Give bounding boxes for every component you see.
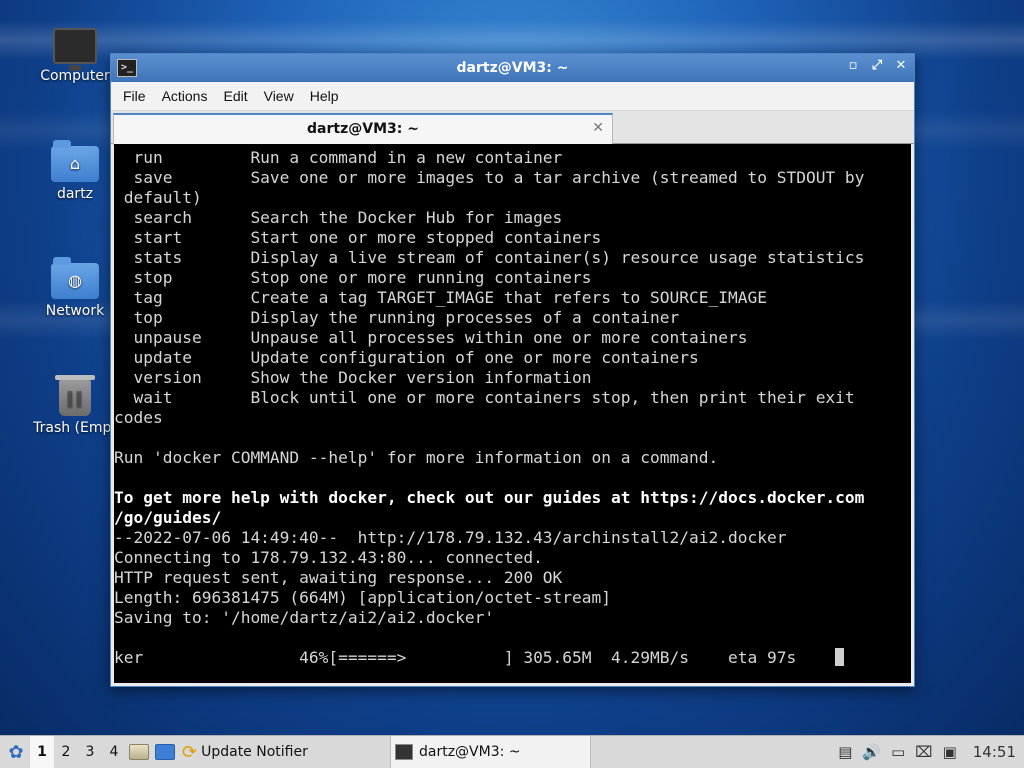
- terminal-line: Connecting to 178.79.132.43:80... connec…: [114, 548, 543, 567]
- desktop-icon-label: dartz: [56, 186, 94, 202]
- clock[interactable]: 14:51: [973, 743, 1016, 761]
- terminal-line: Saving to: '/home/dartz/ai2/ai2.docker': [114, 608, 495, 627]
- desktop-icon-label: Trash (Empt: [33, 420, 117, 436]
- update-notifier-icon: ⟳: [182, 741, 198, 763]
- tab-bar: dartz@VM3: ~ ✕: [111, 111, 914, 145]
- terminal-line-bold: To get more help with docker, check out …: [114, 488, 865, 507]
- tab-terminal[interactable]: dartz@VM3: ~ ✕: [113, 113, 613, 145]
- minimize-button[interactable]: ▫: [846, 58, 860, 73]
- terminal-task-icon: [395, 744, 413, 760]
- terminal-line: top Display the running processes of a c…: [114, 308, 680, 327]
- window-title: dartz@VM3: ~: [456, 60, 569, 76]
- terminal-line: run Run a command in a new container: [114, 148, 563, 167]
- menu-help[interactable]: Help: [302, 88, 347, 104]
- close-button[interactable]: ✕: [894, 58, 908, 73]
- maximize-button[interactable]: ⤢: [870, 58, 884, 73]
- home-folder-icon: ⌂: [51, 140, 99, 182]
- start-menu-icon: ✿: [8, 741, 24, 763]
- terminal-line: wait Block until one or more containers …: [114, 388, 855, 407]
- menu-view[interactable]: View: [256, 88, 302, 104]
- workspace-4[interactable]: 4: [102, 736, 126, 768]
- terminal-line: default): [114, 188, 202, 207]
- terminal-line: unpause Unpause all processes within one…: [114, 328, 748, 347]
- volume-icon[interactable]: 🔊: [862, 743, 881, 761]
- terminal-output[interactable]: run Run a command in a new container sav…: [114, 144, 911, 683]
- menu-actions[interactable]: Actions: [154, 88, 216, 104]
- task-label: dartz@VM3: ~: [419, 744, 521, 760]
- file-manager-launcher[interactable]: [126, 736, 152, 768]
- trash-icon: [55, 375, 95, 416]
- terminal-line: update Update configuration of one or mo…: [114, 348, 699, 367]
- terminal-line: version Show the Docker version informat…: [114, 368, 592, 387]
- taskbar-terminal-task[interactable]: dartz@VM3: ~: [390, 736, 591, 768]
- update-notifier-label: Update Notifier: [201, 744, 308, 760]
- system-tray: ▤ 🔊 ▭ ⌧ ▣ 14:51: [838, 736, 1024, 768]
- menu-file[interactable]: File: [115, 88, 154, 104]
- workspace-2[interactable]: 2: [54, 736, 78, 768]
- network-folder-icon: ◍: [51, 257, 99, 299]
- notes-icon[interactable]: ▭: [891, 743, 905, 761]
- file-manager-icon: [129, 744, 149, 760]
- tab-close-icon[interactable]: ✕: [592, 120, 604, 136]
- download-progress-line: ker 46%[======> ] 305.65M 4.29MB/s eta 9…: [114, 648, 836, 667]
- terminal-line: HTTP request sent, awaiting response... …: [114, 568, 563, 587]
- terminal-line: stats Display a live stream of container…: [114, 248, 865, 267]
- computer-icon: [53, 28, 97, 71]
- workspace-3[interactable]: 3: [78, 736, 102, 768]
- terminal-line: start Start one or more stopped containe…: [114, 228, 602, 247]
- terminal-line-bold: /go/guides/: [114, 508, 222, 527]
- desktop-icon-network[interactable]: ◍ Network: [27, 255, 123, 319]
- start-menu-button[interactable]: ✿: [2, 736, 30, 768]
- taskbar: ✿ 1 2 3 4 ⟳ Update Notifier dartz@VM3: ~…: [0, 735, 1024, 768]
- terminal-line: tag Create a tag TARGET_IMAGE that refer…: [114, 288, 767, 307]
- terminal-line: codes: [114, 408, 163, 427]
- update-tray-icon[interactable]: ▣: [943, 743, 957, 761]
- desktop-icon-trash[interactable]: Trash (Empt: [27, 372, 123, 436]
- network-tray-icon[interactable]: ⌧: [915, 743, 932, 761]
- window-titlebar[interactable]: >_ dartz@VM3: ~ ▫ ⤢ ✕: [111, 54, 914, 82]
- clipboard-icon[interactable]: ▤: [838, 743, 852, 761]
- show-desktop-button[interactable]: [152, 736, 178, 768]
- terminal-line: Length: 696381475 (664M) [application/oc…: [114, 588, 612, 607]
- terminal-line: stop Stop one or more running containers: [114, 268, 592, 287]
- desktop-icon-home[interactable]: ⌂ dartz: [27, 138, 123, 202]
- tab-label: dartz@VM3: ~: [307, 121, 419, 137]
- workspace-1[interactable]: 1: [30, 736, 54, 768]
- terminal-text: run Run a command in a new container sav…: [114, 144, 911, 668]
- desktop-icon-label: Network: [45, 303, 105, 319]
- desktop-icon-computer[interactable]: Computer: [27, 22, 123, 84]
- terminal-window: >_ dartz@VM3: ~ ▫ ⤢ ✕ File Actions Edit …: [110, 53, 915, 687]
- menu-edit[interactable]: Edit: [215, 88, 255, 104]
- menubar: File Actions Edit View Help: [111, 82, 914, 111]
- terminal-line: search Search the Docker Hub for images: [114, 208, 563, 227]
- terminal-cursor: [835, 648, 845, 666]
- update-notifier-button[interactable]: ⟳ Update Notifier: [178, 736, 312, 768]
- show-desktop-icon: [155, 744, 175, 760]
- terminal-line: Run 'docker COMMAND --help' for more inf…: [114, 448, 719, 467]
- terminal-line: --2022-07-06 14:49:40-- http://178.79.13…: [114, 528, 787, 547]
- terminal-line: save Save one or more images to a tar ar…: [114, 168, 865, 187]
